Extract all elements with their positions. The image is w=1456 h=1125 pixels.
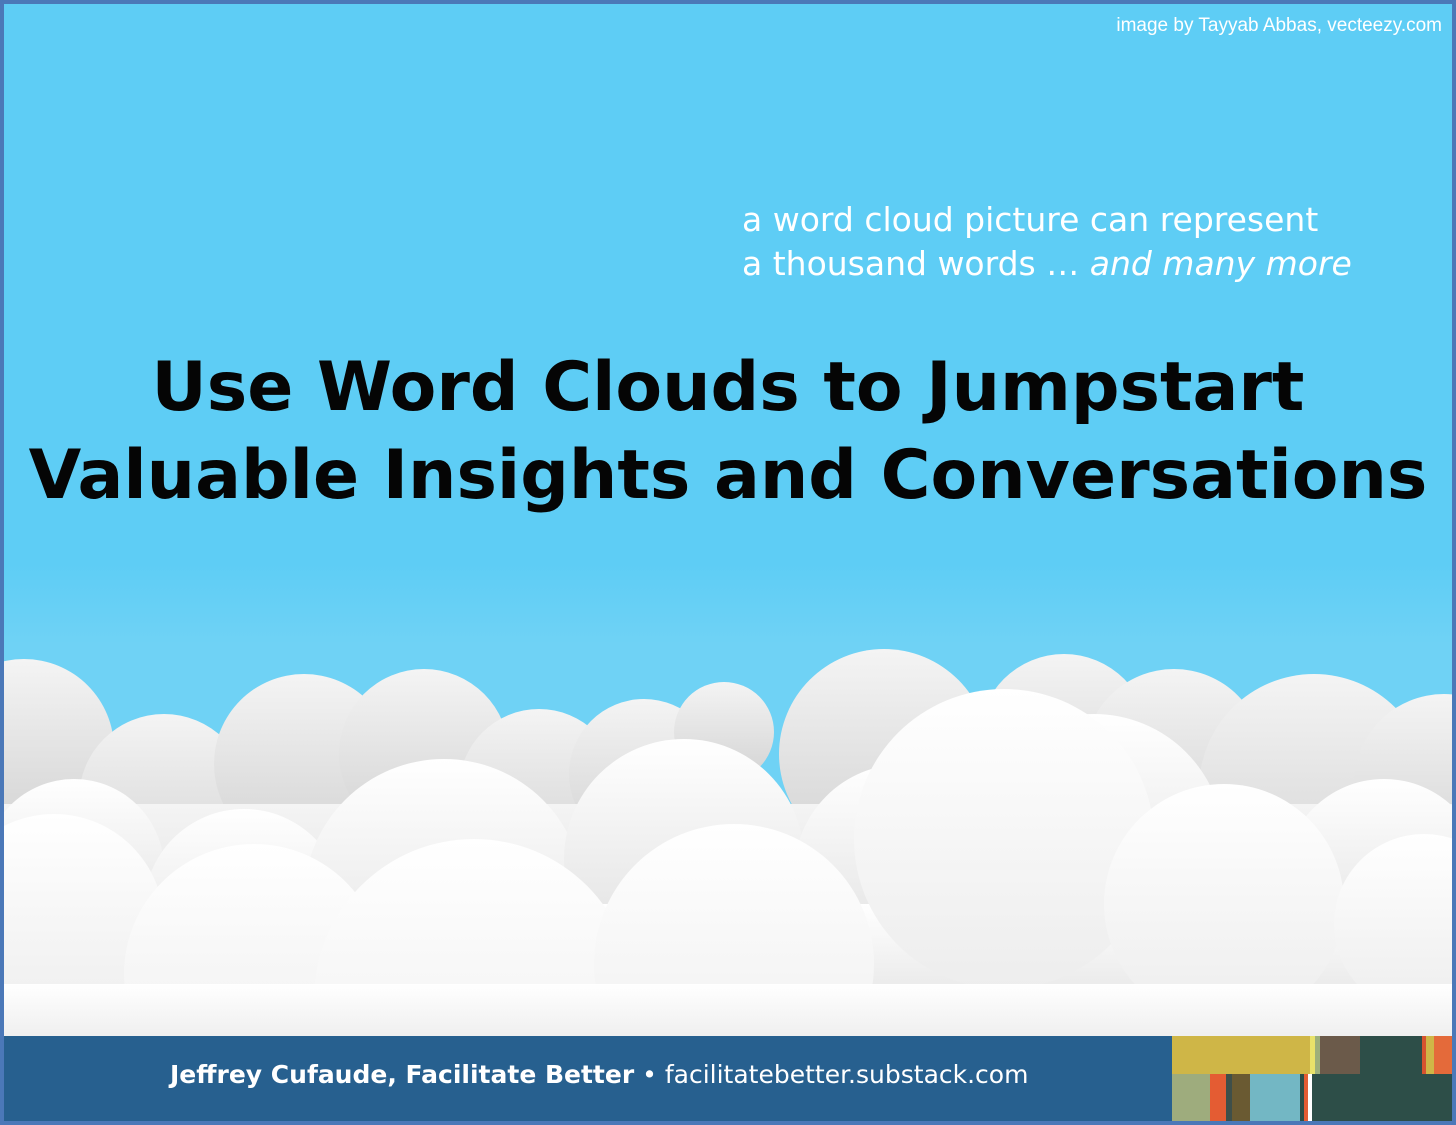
footer-bar: Jeffrey Cufaude, Facilitate Better • fac… [4,1036,1452,1121]
tagline-line-2: a thousand words … and many more [742,242,1352,286]
footer-separator: • [634,1060,665,1089]
slide: image by Tayyab Abbas, vecteezy.com a wo… [0,0,1456,1125]
footer-author: Jeffrey Cufaude, Facilitate Better [170,1060,635,1089]
color-stripe-logo [1172,1036,1452,1121]
title-line-2: Valuable Insights and Conversations [28,436,1428,515]
tagline: a word cloud picture can represent a tho… [742,198,1352,286]
footer-text: Jeffrey Cufaude, Facilitate Better • fac… [170,1058,1028,1092]
footer-url: facilitatebetter.substack.com [664,1060,1029,1089]
tagline-line-1: a word cloud picture can represent [742,200,1319,239]
slide-title: Use Word Clouds to Jumpstart Valuable In… [4,344,1452,520]
cloud-bank-illustration [4,649,1452,1044]
image-credit: image by Tayyab Abbas, vecteezy.com [1116,15,1442,36]
tagline-line-2-emphasis: and many more [1089,244,1352,283]
title-line-1: Use Word Clouds to Jumpstart [151,348,1305,427]
tagline-line-2-plain: a thousand words … [742,244,1090,283]
